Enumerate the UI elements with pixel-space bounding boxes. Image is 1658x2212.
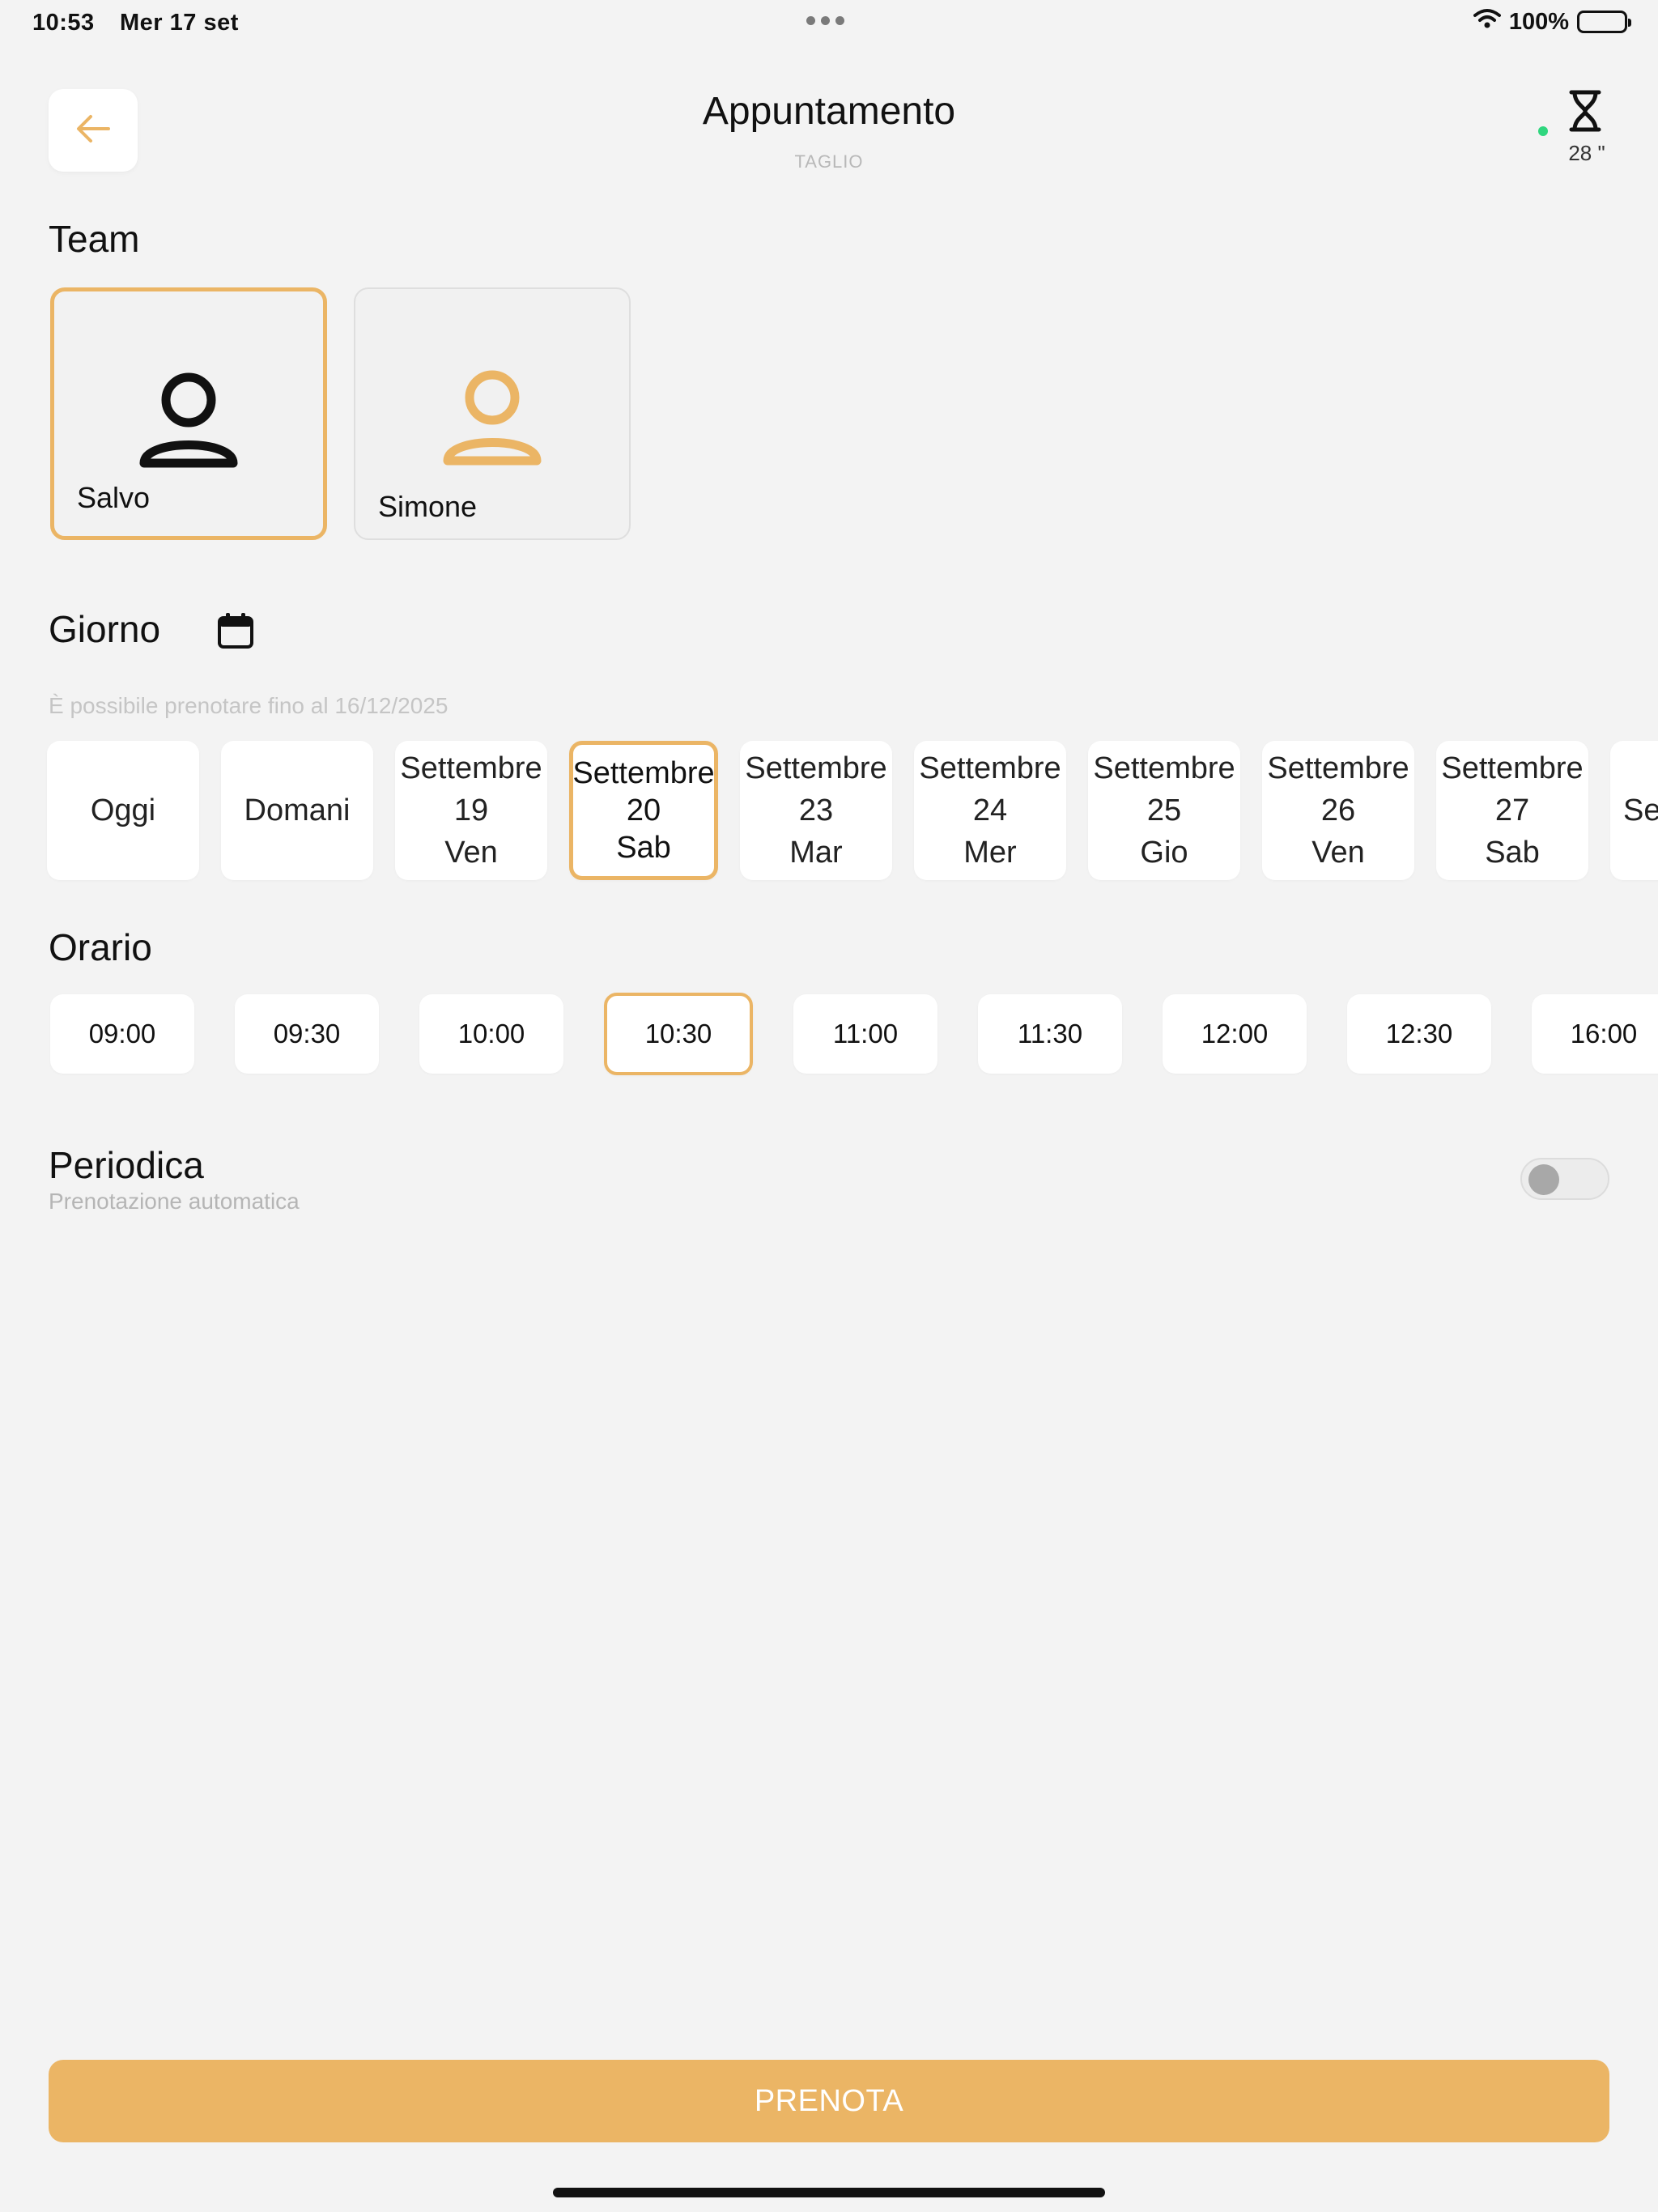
- day-number: 19: [453, 793, 489, 827]
- booking-page: 10:53 Mer 17 set 100% Appuntamento TAGLI…: [0, 0, 1658, 2212]
- booking-limit-hint: È possibile prenotare fino al 16/12/2025: [49, 693, 449, 718]
- page-subtitle: TAGLIO: [794, 151, 864, 172]
- day-section-title: Giorno: [49, 608, 161, 650]
- day-month: Settembre: [1441, 751, 1584, 785]
- day-number: 27: [1494, 793, 1530, 827]
- day-label: Oggi: [90, 793, 156, 827]
- day-option[interactable]: Settembre 25 Gio: [1088, 741, 1240, 880]
- page-title: Appuntamento: [702, 90, 956, 133]
- day-number: 25: [1146, 793, 1182, 827]
- day-month: Settembre: [572, 756, 715, 790]
- status-date: Mer 17 set: [120, 10, 239, 36]
- time-slot[interactable]: 10:00: [419, 994, 563, 1074]
- team-member-name: Salvo: [77, 481, 151, 514]
- day-number: 20: [626, 793, 661, 827]
- day-label: Domani: [244, 793, 351, 827]
- time-slot[interactable]: 16:00: [1532, 994, 1658, 1074]
- day-month: Settembre: [745, 751, 887, 785]
- day-weekday: Mar: [789, 836, 843, 870]
- battery-percentage: 100%: [1508, 8, 1569, 35]
- periodic-toggle[interactable]: [1520, 1158, 1609, 1200]
- hourglass-icon: [1567, 89, 1604, 137]
- calendar-icon[interactable]: [217, 612, 254, 653]
- day-month: Settembre: [1267, 751, 1409, 785]
- team-member-card-salvo[interactable]: Salvo: [50, 287, 327, 540]
- day-number: 24: [972, 793, 1008, 827]
- status-time: 10:53: [32, 10, 95, 36]
- multitasking-dots[interactable]: [806, 16, 844, 25]
- wifi-icon: [1473, 8, 1501, 36]
- day-selector: Oggi Domani Settembre 19 Ven Settembre 2…: [47, 741, 1658, 880]
- time-slot[interactable]: 09:30: [235, 994, 379, 1074]
- day-weekday: Mer: [963, 836, 1017, 870]
- status-indicators: 100%: [1473, 8, 1631, 36]
- toggle-knob: [1528, 1164, 1559, 1195]
- battery-icon: [1577, 11, 1631, 33]
- time-slot[interactable]: 12:30: [1347, 994, 1491, 1074]
- book-button[interactable]: PRENOTA: [49, 2060, 1609, 2142]
- time-slot[interactable]: 12:00: [1163, 994, 1307, 1074]
- day-option[interactable]: Settembre 19 Ven: [395, 741, 547, 880]
- day-weekday: Sab: [1485, 836, 1540, 870]
- day-month: Settembre: [1623, 793, 1658, 827]
- time-slot-selector: 09:00 09:30 10:00 10:30 11:00 11:30 12:0…: [50, 993, 1658, 1075]
- time-slot[interactable]: 11:00: [793, 994, 937, 1074]
- day-weekday: Ven: [444, 836, 498, 870]
- day-option[interactable]: Settembre 27 Sab: [1436, 741, 1588, 880]
- person-icon: [443, 370, 542, 471]
- day-weekday: Sab: [616, 831, 671, 865]
- team-section-title: Team: [49, 218, 140, 260]
- day-option[interactable]: Settembre 24 Mer: [914, 741, 1066, 880]
- periodic-title: Periodica: [49, 1144, 204, 1186]
- day-option[interactable]: Settembre 26 Ven: [1262, 741, 1414, 880]
- day-month: Settembre: [400, 751, 542, 785]
- time-section-title: Orario: [49, 926, 152, 968]
- person-icon: [139, 372, 238, 474]
- time-slot[interactable]: 11:30: [978, 994, 1122, 1074]
- team-member-card-simone[interactable]: Simone: [354, 287, 631, 540]
- day-option-today[interactable]: Oggi: [47, 741, 199, 880]
- time-slot-selected[interactable]: 10:30: [604, 993, 753, 1075]
- timer-value: 28 ": [1568, 141, 1605, 165]
- day-option[interactable]: Settembre 23 Mar: [740, 741, 892, 880]
- day-weekday: Gio: [1140, 836, 1188, 870]
- day-month: Settembre: [919, 751, 1061, 785]
- online-status-dot: [1538, 126, 1548, 136]
- day-month: Settembre: [1093, 751, 1235, 785]
- day-weekday: Ven: [1312, 836, 1365, 870]
- day-number: 26: [1320, 793, 1356, 827]
- day-option-selected[interactable]: Settembre 20 Sab: [569, 741, 718, 880]
- home-indicator[interactable]: [553, 2188, 1105, 2197]
- day-option[interactable]: Settembre: [1610, 741, 1658, 880]
- periodic-subtitle: Prenotazione automatica: [49, 1189, 300, 1214]
- team-member-name: Simone: [378, 490, 478, 523]
- day-number: 23: [798, 793, 834, 827]
- day-option-tomorrow[interactable]: Domani: [221, 741, 373, 880]
- time-slot[interactable]: 09:00: [50, 994, 194, 1074]
